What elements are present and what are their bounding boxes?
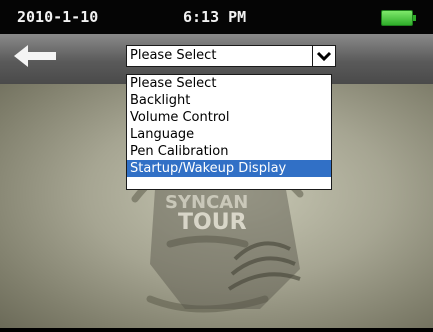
- option-language[interactable]: Language: [127, 126, 331, 143]
- chevron-down-icon[interactable]: [312, 46, 335, 66]
- option-startup-wakeup-display[interactable]: Startup/Wakeup Display: [127, 160, 331, 177]
- clock-label: 6:13 PM: [183, 8, 247, 26]
- option-volume-control[interactable]: Volume Control: [127, 109, 331, 126]
- logo-text-main: TOUR: [178, 210, 247, 235]
- select-value: Please Select: [130, 48, 217, 63]
- settings-select[interactable]: Please Select: [126, 45, 336, 67]
- back-button[interactable]: [12, 43, 58, 69]
- status-bar: 2010-1-10 6:13 PM: [0, 0, 433, 34]
- battery-icon: [381, 10, 416, 26]
- date-label: 2010-1-10: [17, 8, 99, 26]
- option-please-select[interactable]: Please Select: [127, 75, 331, 92]
- option-backlight[interactable]: Backlight: [127, 92, 331, 109]
- back-arrow-icon: [14, 45, 56, 67]
- option-pen-calibration[interactable]: Pen Calibration: [127, 143, 331, 160]
- settings-dropdown-list: Please Select Backlight Volume Control L…: [126, 74, 332, 190]
